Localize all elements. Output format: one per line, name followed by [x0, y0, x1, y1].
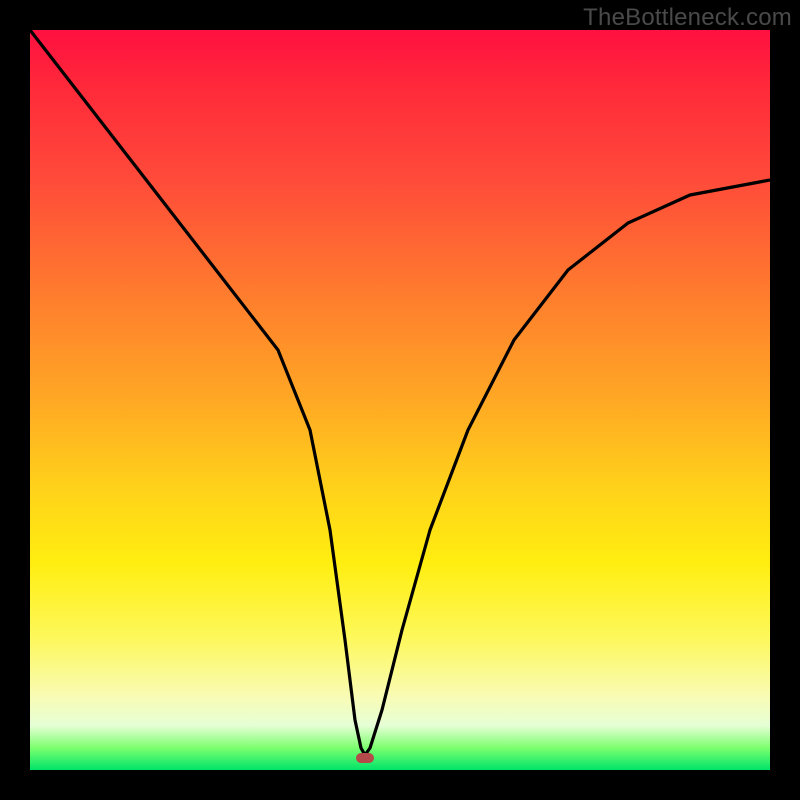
watermark-text: TheBottleneck.com — [583, 4, 792, 32]
curve-svg — [30, 30, 770, 770]
optimum-marker — [356, 753, 374, 763]
plot-area — [30, 30, 770, 770]
chart-frame: TheBottleneck.com — [0, 0, 800, 800]
bottleneck-curve-path — [30, 30, 770, 755]
